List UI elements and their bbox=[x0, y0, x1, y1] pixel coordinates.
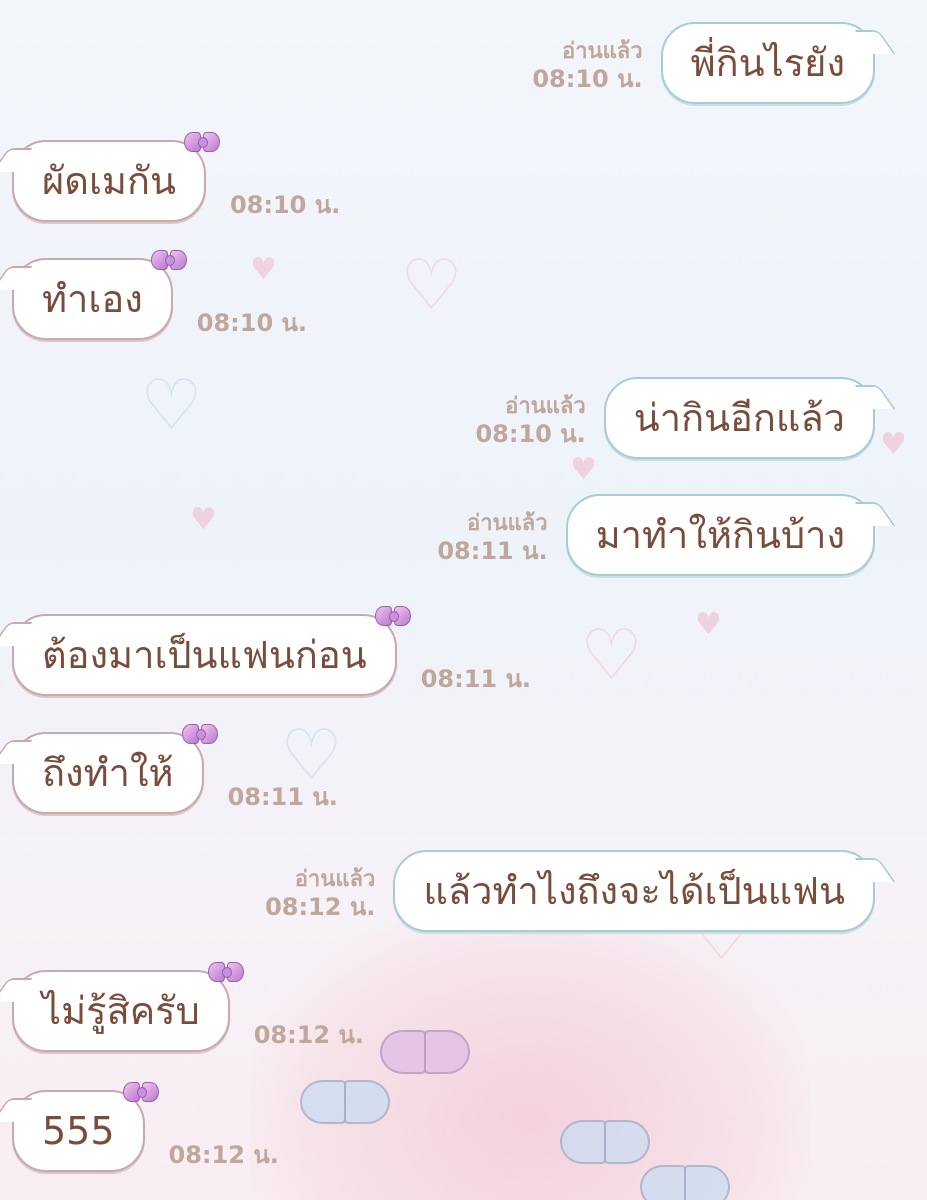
ribbon-bow-icon bbox=[150, 246, 187, 274]
ribbon-bow-decoration-icon bbox=[560, 1115, 650, 1165]
message-bubble[interactable]: น่ากินอีกแล้ว bbox=[603, 377, 896, 459]
chat-message-received: ทำเอง 08:10 น. bbox=[0, 250, 308, 340]
read-receipt: อ่านแล้ว bbox=[562, 38, 643, 64]
message-bubble[interactable]: ถึงทำให้ bbox=[0, 724, 218, 814]
message-text: ทำเอง bbox=[42, 277, 143, 321]
heart-decoration-icon: ♡ bbox=[140, 364, 203, 446]
chat-message-sent: อ่านแล้ว 08:11 น. มาทำให้กินบ้าง bbox=[437, 494, 896, 576]
ribbon-bow-decoration-icon bbox=[640, 1160, 730, 1200]
heart-decoration-icon: ♥ bbox=[880, 427, 907, 462]
heart-decoration-icon: ♥ bbox=[695, 607, 722, 642]
message-bubble[interactable]: มาทำให้กินบ้าง bbox=[565, 494, 896, 576]
message-text: แล้วทำไงถึงจะได้เป็นแฟน bbox=[423, 869, 845, 913]
message-meta: อ่านแล้ว 08:10 น. bbox=[475, 394, 585, 449]
chat-message-sent: อ่านแล้ว 08:12 น. แล้วทำไงถึงจะได้เป็นแฟ… bbox=[265, 850, 896, 932]
bubble-tail bbox=[0, 622, 33, 646]
message-bubble[interactable]: 555 bbox=[0, 1082, 159, 1172]
chat-message-sent: อ่านแล้ว 08:10 น. พี่กินไรยัง bbox=[532, 22, 896, 104]
ribbon-bow-decoration-icon bbox=[380, 1025, 470, 1075]
ribbon-bow-icon bbox=[207, 958, 244, 986]
ribbon-bow-icon bbox=[374, 602, 411, 630]
read-receipt: อ่านแล้ว bbox=[505, 393, 586, 419]
heart-decoration-icon: ♡ bbox=[580, 614, 643, 696]
message-timestamp: 08:12 น. bbox=[168, 1141, 279, 1170]
message-timestamp: 08:10 น. bbox=[229, 191, 341, 220]
message-text: ไม่รู้สิครับ bbox=[42, 989, 200, 1033]
bubble-tail bbox=[854, 858, 896, 882]
message-timestamp: 08:12 น. bbox=[265, 893, 376, 922]
message-timestamp: 08:11 น. bbox=[437, 537, 548, 566]
message-timestamp: 08:10 น. bbox=[196, 309, 308, 338]
message-bubble[interactable]: ไม่รู้สิครับ bbox=[0, 962, 244, 1052]
message-text: น่ากินอีกแล้ว bbox=[633, 396, 845, 440]
message-bubble[interactable]: แล้วทำไงถึงจะได้เป็นแฟน bbox=[393, 850, 896, 932]
message-text: มาทำให้กินบ้าง bbox=[595, 513, 845, 557]
message-timestamp: 08:10 น. bbox=[532, 65, 643, 94]
bubble-tail bbox=[854, 385, 896, 409]
chat-message-received: ถึงทำให้ 08:11 น. bbox=[0, 724, 338, 814]
ribbon-bow-decoration-icon bbox=[300, 1075, 390, 1125]
chat-message-received: 555 08:12 น. bbox=[0, 1082, 279, 1172]
heart-decoration-icon: ♡ bbox=[400, 244, 463, 326]
chat-message-sent: อ่านแล้ว 08:10 น. น่ากินอีกแล้ว bbox=[475, 377, 896, 459]
ribbon-bow-icon bbox=[122, 1078, 159, 1106]
ribbon-bow-icon bbox=[181, 720, 218, 748]
bubble-tail bbox=[0, 1098, 33, 1122]
chat-message-received: ไม่รู้สิครับ 08:12 น. bbox=[0, 962, 364, 1052]
message-timestamp: 08:12 น. bbox=[253, 1021, 364, 1050]
message-bubble[interactable]: ผัดเมกัน bbox=[0, 132, 220, 222]
bubble-tail bbox=[854, 30, 896, 54]
message-text: ผัดเมกัน bbox=[42, 159, 176, 203]
read-receipt: อ่านแล้ว bbox=[467, 510, 548, 536]
message-timestamp: 08:11 น. bbox=[420, 665, 531, 694]
message-text: ต้องมาเป็นแฟนก่อน bbox=[42, 633, 367, 677]
bubble-tail bbox=[0, 266, 33, 290]
chat-message-received: ต้องมาเป็นแฟนก่อน 08:11 น. bbox=[0, 606, 531, 696]
ribbon-bow-icon bbox=[183, 128, 220, 156]
message-meta: อ่านแล้ว 08:11 น. bbox=[437, 511, 547, 566]
message-bubble[interactable]: พี่กินไรยัง bbox=[660, 22, 896, 104]
heart-decoration-icon: ♥ bbox=[570, 452, 597, 487]
message-bubble[interactable]: ทำเอง bbox=[0, 250, 187, 340]
message-text: พี่กินไรยัง bbox=[690, 41, 845, 85]
message-timestamp: 08:11 น. bbox=[227, 783, 338, 812]
message-timestamp: 08:10 น. bbox=[475, 420, 586, 449]
read-receipt: อ่านแล้ว bbox=[294, 866, 376, 892]
bubble-tail bbox=[854, 502, 896, 526]
message-text: ถึงทำให้ bbox=[42, 751, 174, 795]
bubble-tail bbox=[0, 740, 33, 764]
message-text: 555 bbox=[42, 1109, 115, 1153]
heart-decoration-icon: ♥ bbox=[190, 502, 217, 537]
chat-message-received: ผัดเมกัน 08:10 น. bbox=[0, 132, 341, 222]
bubble-tail bbox=[0, 148, 33, 172]
message-meta: อ่านแล้ว 08:10 น. bbox=[532, 39, 642, 94]
bubble-tail bbox=[0, 978, 33, 1002]
message-meta: อ่านแล้ว 08:12 น. bbox=[265, 867, 375, 922]
message-bubble[interactable]: ต้องมาเป็นแฟนก่อน bbox=[0, 606, 411, 696]
